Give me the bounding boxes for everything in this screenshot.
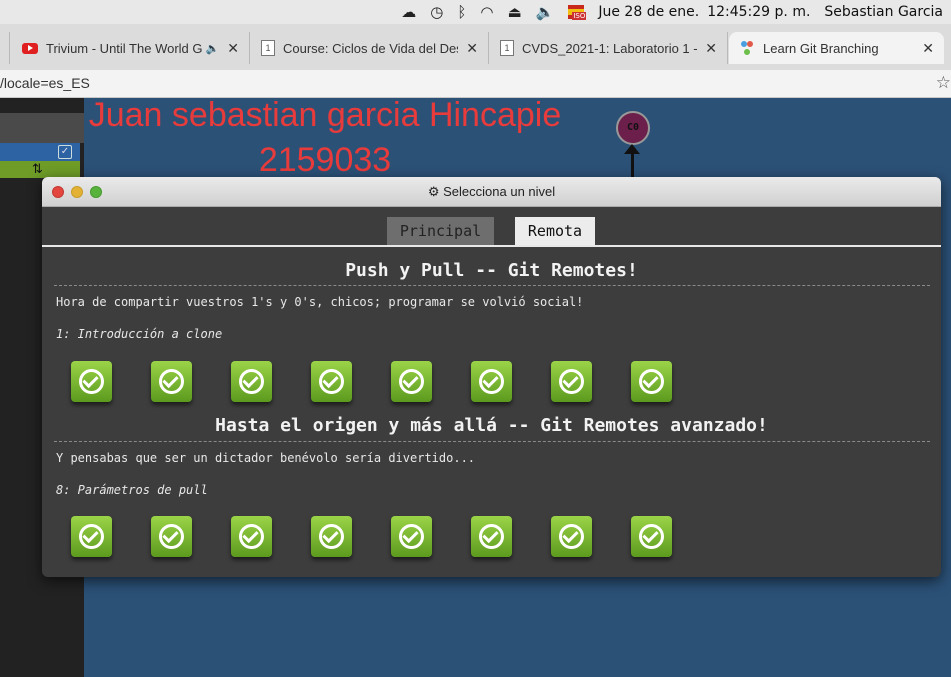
level-button-completed[interactable] [151,361,192,402]
address-bar: /locale=es_ES ☆ [0,70,951,98]
browser-tab-strip: Trivium - Until The World G 🔈 ✕ 1 Course… [0,24,951,70]
tab-principal[interactable]: Principal [387,217,494,245]
input-source-flag-icon[interactable]: ISO [568,5,587,20]
menubar-user[interactable]: Sebastian Garcia [824,4,943,20]
section-subtitle: 8: Parámetros de pull [56,483,208,497]
level-tabs: Principal Remota [42,215,941,247]
menubar-date[interactable]: Jue 28 de ene. [598,4,699,20]
section-subtitle: 1: Introducción a clone [56,327,223,341]
check-circle-icon [559,369,584,394]
document-icon: 1 [261,40,275,56]
overlay-student-id: 2159033 [258,141,392,179]
section-title: Push y Pull -- Git Remotes! [345,260,638,281]
section-description: Y pensabas que ser un dictador benévolo … [56,451,476,465]
tab-cvds[interactable]: 1 CVDS_2021-1: Laboratorio 1 - I ✕ [490,32,728,64]
url-text[interactable]: /locale=es_ES [0,75,90,91]
commit-node[interactable]: C0 [616,111,650,145]
check-circle-icon [639,369,664,394]
level-button-completed[interactable] [391,516,432,557]
level-button-completed[interactable] [71,361,112,402]
dialog-titlebar: ⚙ Selecciona un nivel [42,177,941,207]
check-circle-icon [79,369,104,394]
tab-title: Course: Ciclos de Vida del Des [283,40,459,56]
check-circle-icon [159,524,184,549]
dialog-title-text: Selecciona un nivel [443,184,556,199]
tab-title: Trivium - Until The World G [46,40,202,56]
level-button-completed[interactable] [231,361,272,402]
check-circle-icon [479,524,504,549]
level-row [71,516,731,558]
menubar-time[interactable]: 12:45:29 p. m. [707,4,810,20]
check-circle-icon [79,524,104,549]
level-button-completed[interactable] [311,361,352,402]
level-button-completed[interactable] [631,361,672,402]
bookmark-star-icon[interactable]: ☆ [936,73,951,93]
tab-title: Learn Git Branching [763,40,879,56]
tab-remota[interactable]: Remota [515,217,595,245]
level-button-completed[interactable] [151,516,192,557]
creative-cloud-icon[interactable]: ☁ [401,4,416,20]
gear-icon: ⚙ [427,184,440,199]
document-icon: 1 [500,40,514,56]
close-tab-icon[interactable]: ✕ [922,40,934,57]
level-button-completed[interactable] [551,361,592,402]
level-select-dialog: ⚙ Selecciona un nivel Principal Remota P… [42,177,941,577]
wifi-icon[interactable]: ◠ [480,4,493,20]
overlay-name: Juan sebastian garcia Hincapie [88,96,562,134]
flag-label: ISO [572,12,587,20]
check-circle-icon [479,369,504,394]
audio-playing-icon[interactable]: 🔈 [206,42,220,55]
tab-learn-git-branching[interactable]: Learn Git Branching ✕ [729,32,944,64]
level-row [71,361,731,403]
check-circle-icon [319,369,344,394]
level-button-completed[interactable] [471,516,512,557]
level-button-completed[interactable] [551,516,592,557]
section-title: Hasta el origen y más allá -- Git Remote… [215,415,768,436]
check-circle-icon [159,369,184,394]
check-circle-icon [239,524,264,549]
close-tab-icon[interactable]: ✕ [227,40,239,57]
level-button-completed[interactable] [631,516,672,557]
close-tab-icon[interactable]: ✕ [466,40,478,57]
commit-arrow [624,144,640,177]
dialog-title: ⚙ Selecciona un nivel [42,184,941,200]
section-divider [54,441,930,442]
level-button-completed[interactable] [71,516,112,557]
section-description: Hora de compartir vuestros 1's y 0's, ch… [56,295,584,309]
eject-icon[interactable]: ⏏ [507,4,521,20]
check-circle-icon [399,369,424,394]
rotate-icon[interactable]: ⇅ [32,161,43,177]
level-button-completed[interactable] [231,516,272,557]
close-tab-icon[interactable]: ✕ [705,40,717,57]
section-divider [54,285,930,286]
tab-partial[interactable] [0,32,10,64]
check-circle-icon [399,524,424,549]
level-button-completed[interactable] [471,361,512,402]
volume-icon[interactable]: 🔈 [536,4,555,20]
level-button-completed[interactable] [311,516,352,557]
tab-trivium[interactable]: Trivium - Until The World G 🔈 ✕ [12,32,250,64]
check-circle-icon [559,524,584,549]
time-machine-icon[interactable]: ◷ [430,4,443,20]
check-circle-icon [639,524,664,549]
youtube-icon [22,42,38,54]
tab-title: CVDS_2021-1: Laboratorio 1 - I [522,40,698,56]
level-button-completed[interactable] [391,361,432,402]
check-circle-icon [319,524,344,549]
menu-bar: ☁ ◷ ᛒ ◠ ⏏ 🔈 ISO Jue 28 de ene. 12:45:29 … [0,0,951,24]
check-circle-icon [239,369,264,394]
tab-course[interactable]: 1 Course: Ciclos de Vida del Des ✕ [251,32,489,64]
bluetooth-icon[interactable]: ᛒ [457,4,466,20]
git-icon [741,41,753,55]
